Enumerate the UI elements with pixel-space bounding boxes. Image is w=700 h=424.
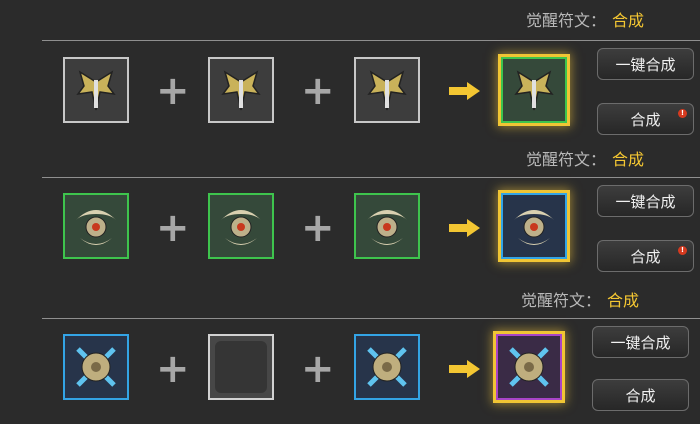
input-slot-1[interactable] xyxy=(63,334,129,400)
cross-shield-rune-icon xyxy=(367,347,407,387)
header-value: 合成 xyxy=(607,291,640,310)
plus-icon: + xyxy=(301,68,335,114)
plus-icon: + xyxy=(301,205,335,251)
thorn-amulet-rune-icon xyxy=(221,210,261,245)
thorn-amulet-rune-icon xyxy=(76,210,116,245)
winged-sword-rune-icon xyxy=(221,70,261,111)
input-slot-3[interactable] xyxy=(354,334,420,400)
craft-row-2: + + 一键合成 合成 ! xyxy=(42,177,700,283)
input-slot-1[interactable] xyxy=(63,57,129,123)
winged-sword-rune-icon xyxy=(76,70,116,111)
input-slot-3[interactable] xyxy=(354,57,420,123)
synthesize-button[interactable]: 合成 xyxy=(592,379,689,411)
synthesize-button[interactable]: 合成 ! xyxy=(597,103,694,135)
one-click-synthesize-button[interactable]: 一键合成 xyxy=(597,48,694,80)
arrow-right-icon xyxy=(449,360,480,378)
arrow-right-icon xyxy=(449,82,480,100)
thorn-amulet-rune-icon xyxy=(367,210,407,245)
result-slot[interactable] xyxy=(501,193,567,259)
header-label: 觉醒符文： xyxy=(526,11,607,30)
header-value: 合成 xyxy=(612,11,645,30)
header-label: 觉醒符文： xyxy=(526,150,607,169)
row-1-header: 觉醒符文： 合成 xyxy=(526,4,644,34)
row-3-header: 觉醒符文： 合成 xyxy=(521,284,639,314)
arrow-right-icon xyxy=(449,219,480,237)
input-slot-2[interactable] xyxy=(208,193,274,259)
header-value: 合成 xyxy=(612,150,645,169)
plus-icon: + xyxy=(156,68,190,114)
winged-sword-rune-icon xyxy=(514,70,554,111)
craft-row-1: + + 一键合成 合成 ! xyxy=(42,40,700,146)
cross-shield-rune-icon xyxy=(509,347,549,387)
craft-row-3: + + 一键合成 合成 xyxy=(42,318,700,424)
synthesize-button-label: 合成 xyxy=(630,110,661,129)
synthesize-button-label: 合成 xyxy=(625,386,656,405)
one-click-synthesize-button[interactable]: 一键合成 xyxy=(592,326,689,358)
row-2-header: 觉醒符文： 合成 xyxy=(526,143,644,173)
empty-slot xyxy=(215,341,267,393)
synthesize-button[interactable]: 合成 ! xyxy=(597,240,694,272)
cross-shield-rune-icon xyxy=(76,347,116,387)
alert-badge: ! xyxy=(678,109,687,118)
result-slot[interactable] xyxy=(501,57,567,123)
input-slot-2[interactable] xyxy=(208,57,274,123)
input-slot-3[interactable] xyxy=(354,193,420,259)
synthesize-button-label: 合成 xyxy=(630,247,661,266)
one-click-synthesize-button[interactable]: 一键合成 xyxy=(597,185,694,217)
alert-badge: ! xyxy=(678,246,687,255)
plus-icon: + xyxy=(156,205,190,251)
plus-icon: + xyxy=(301,346,335,392)
winged-sword-rune-icon xyxy=(367,70,407,111)
plus-icon: + xyxy=(156,346,190,392)
result-slot[interactable] xyxy=(496,334,562,400)
header-label: 觉醒符文： xyxy=(521,291,602,310)
input-slot-2-empty[interactable] xyxy=(208,334,274,400)
input-slot-1[interactable] xyxy=(63,193,129,259)
thorn-amulet-rune-icon xyxy=(514,210,554,245)
